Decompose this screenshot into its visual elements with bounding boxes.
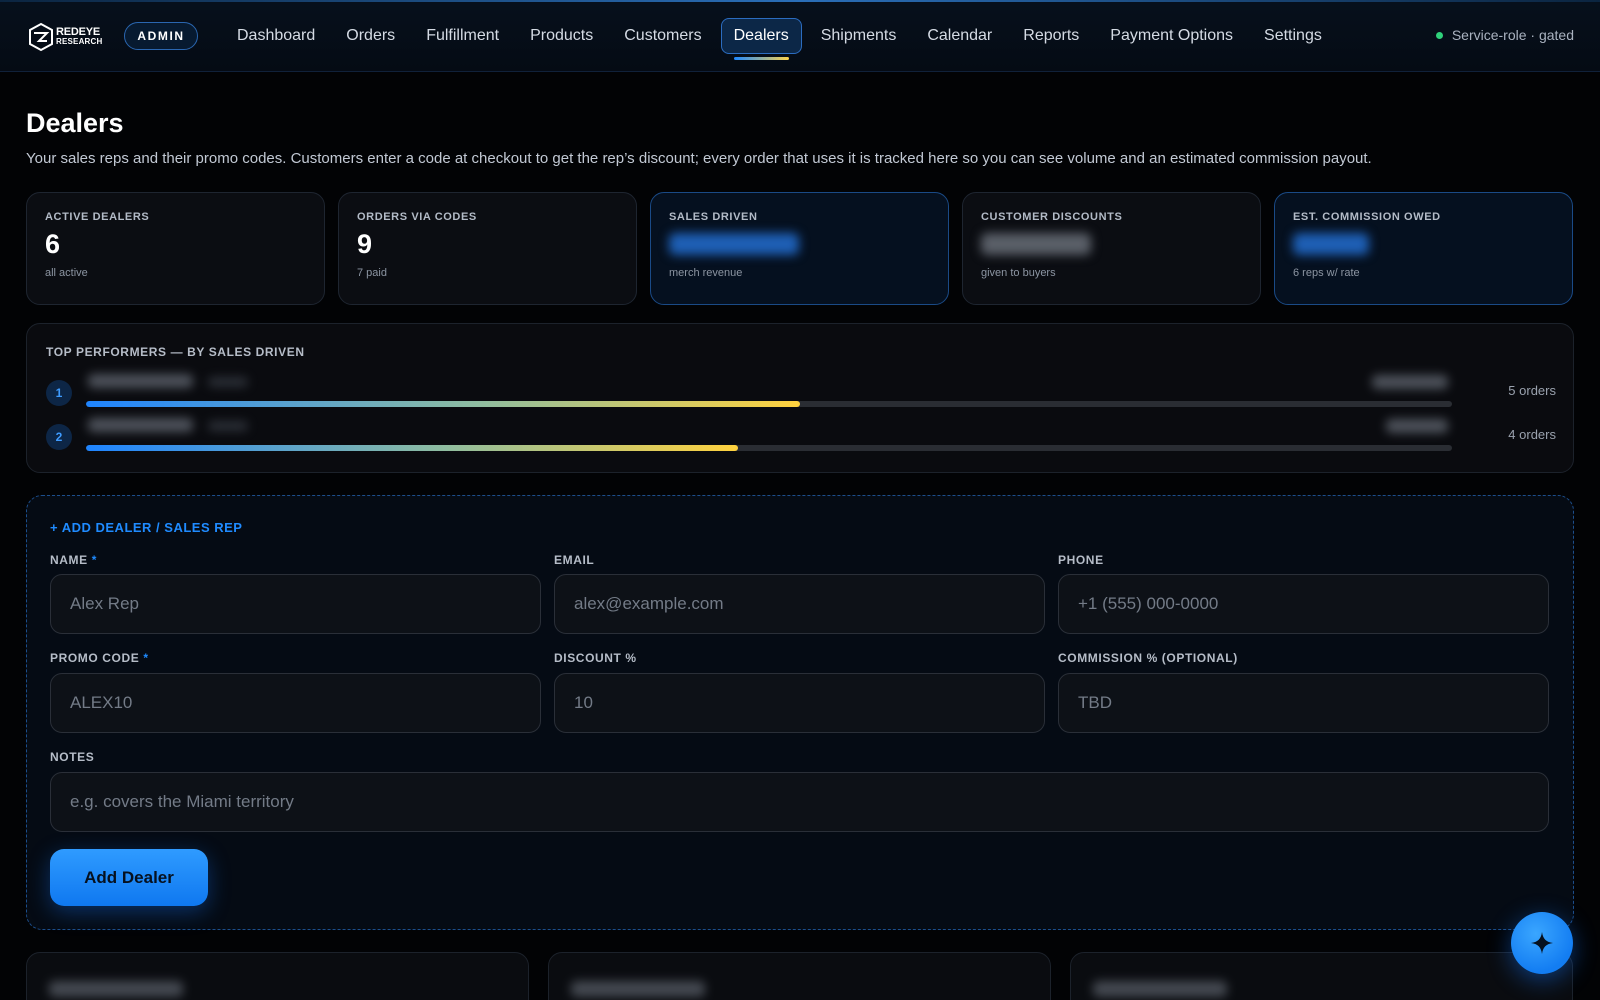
stat-orders-via-codes: ORDERS VIA CODES 9 7 paid (338, 192, 637, 305)
phone-label: PHONE (1058, 553, 1104, 567)
required-mark: * (91, 553, 98, 567)
rank-badge: 1 (46, 380, 72, 406)
commission-input[interactable] (1058, 673, 1549, 733)
email-input[interactable] (554, 574, 1045, 634)
stat-label: SALES DRIVEN (669, 211, 758, 223)
performer-orders: 4 orders (1508, 427, 1556, 442)
sparkle-icon (1531, 932, 1553, 954)
stat-sub: 6 reps w/ rate (1293, 267, 1360, 279)
nav-payment-options[interactable]: Payment Options (1098, 18, 1245, 54)
nav-orders[interactable]: Orders (334, 18, 407, 54)
top-nav-bar: REDEYE RESEARCH ADMIN Dashboard Orders F… (0, 2, 1600, 72)
shield-logo-icon (29, 22, 53, 52)
redacted-value (981, 233, 1091, 255)
dealer-card[interactable] (548, 952, 1051, 1000)
stat-sub: merch revenue (669, 267, 743, 279)
add-dealer-form: + ADD DEALER / SALES REP NAME* EMAIL PHO… (26, 495, 1574, 930)
dealer-name-redacted (49, 981, 183, 997)
performer-row[interactable]: 1 5 orders (46, 374, 1556, 414)
performer-bar-fill (86, 401, 801, 407)
stat-label: ORDERS VIA CODES (357, 211, 477, 223)
stat-est-commission: EST. COMMISSION OWED 6 reps w/ rate (1274, 192, 1573, 305)
promo-code-label: PROMO CODE * (50, 651, 149, 665)
assistant-fab[interactable] (1511, 912, 1573, 974)
nav-shipments[interactable]: Shipments (809, 18, 909, 54)
logo-line-2: RESEARCH (56, 37, 103, 46)
service-status-text: Service-role · gated (1451, 27, 1574, 43)
discount-label: DISCOUNT % (554, 651, 637, 665)
redacted-value (1293, 233, 1369, 255)
stat-value-redacted (1293, 229, 1554, 261)
stat-value: 6 (45, 229, 61, 259)
stat-value-redacted (669, 229, 930, 261)
performer-bar-fill (86, 445, 738, 451)
logo-line-1: REDEYE (56, 26, 101, 38)
notes-input[interactable] (50, 772, 1549, 832)
commission-label: COMMISSION % (OPTIONAL) (1058, 651, 1238, 665)
stat-value: 9 (357, 229, 373, 259)
dealer-card[interactable] (26, 952, 529, 1000)
nav-settings[interactable]: Settings (1252, 18, 1334, 54)
stat-customer-discounts: CUSTOMER DISCOUNTS given to buyers (962, 192, 1261, 305)
top-performers-title: TOP PERFORMERS — BY SALES DRIVEN (46, 345, 305, 359)
admin-badge: ADMIN (124, 22, 198, 50)
dealer-card[interactable] (1070, 952, 1573, 1000)
page-description: Your sales reps and their promo codes. C… (26, 150, 1372, 167)
nav-customers[interactable]: Customers (612, 18, 713, 54)
service-status: Service-role · gated (1435, 27, 1574, 43)
dealer-name-redacted (571, 981, 705, 997)
main-nav: Dashboard Orders Fulfillment Products Cu… (225, 18, 1341, 60)
discount-input[interactable] (554, 673, 1045, 733)
stat-sub: all active (45, 267, 88, 279)
performer-sales-redacted (1386, 419, 1448, 433)
required-mark: * (143, 651, 149, 665)
nav-fulfillment[interactable]: Fulfillment (414, 18, 511, 54)
nav-reports[interactable]: Reports (1011, 18, 1091, 54)
top-performers-panel: TOP PERFORMERS — BY SALES DRIVEN 1 5 ord… (26, 323, 1574, 473)
email-label: EMAIL (554, 553, 595, 567)
stat-sub: given to buyers (981, 267, 1056, 279)
nav-dashboard[interactable]: Dashboard (225, 18, 327, 54)
performer-sales-redacted (1372, 375, 1448, 389)
nav-products[interactable]: Products (518, 18, 605, 54)
stat-label: ACTIVE DEALERS (45, 211, 150, 223)
page-title: Dealers (26, 108, 124, 138)
status-dot-icon (1435, 31, 1443, 39)
performer-name-redacted (88, 418, 248, 432)
nav-dealers[interactable]: Dealers (720, 18, 802, 60)
stat-sub: 7 paid (357, 267, 387, 279)
brand-logo[interactable]: REDEYE RESEARCH (28, 20, 110, 54)
add-dealer-title: + ADD DEALER / SALES REP (50, 520, 243, 535)
nav-calendar[interactable]: Calendar (915, 18, 1004, 54)
performer-orders: 5 orders (1508, 383, 1556, 398)
dealer-name-redacted (1093, 981, 1227, 997)
redacted-value (669, 233, 799, 255)
rank-badge: 2 (46, 424, 72, 450)
stat-active-dealers: ACTIVE DEALERS 6 all active (26, 192, 325, 305)
performer-bar-track (86, 401, 1452, 407)
name-input[interactable] (50, 574, 541, 634)
stat-sales-driven: SALES DRIVEN merch revenue (650, 192, 949, 305)
notes-label: NOTES (50, 750, 95, 764)
stat-value-redacted (981, 229, 1242, 261)
performer-row[interactable]: 2 4 orders (46, 418, 1556, 458)
add-dealer-button[interactable]: Add Dealer (50, 849, 208, 906)
phone-input[interactable] (1058, 574, 1549, 634)
performer-bar-track (86, 445, 1452, 451)
stat-label: EST. COMMISSION OWED (1293, 211, 1441, 223)
stat-label: CUSTOMER DISCOUNTS (981, 211, 1123, 223)
promo-code-input[interactable] (50, 673, 541, 733)
performer-name-redacted (88, 374, 248, 388)
name-label: NAME * (50, 553, 98, 567)
